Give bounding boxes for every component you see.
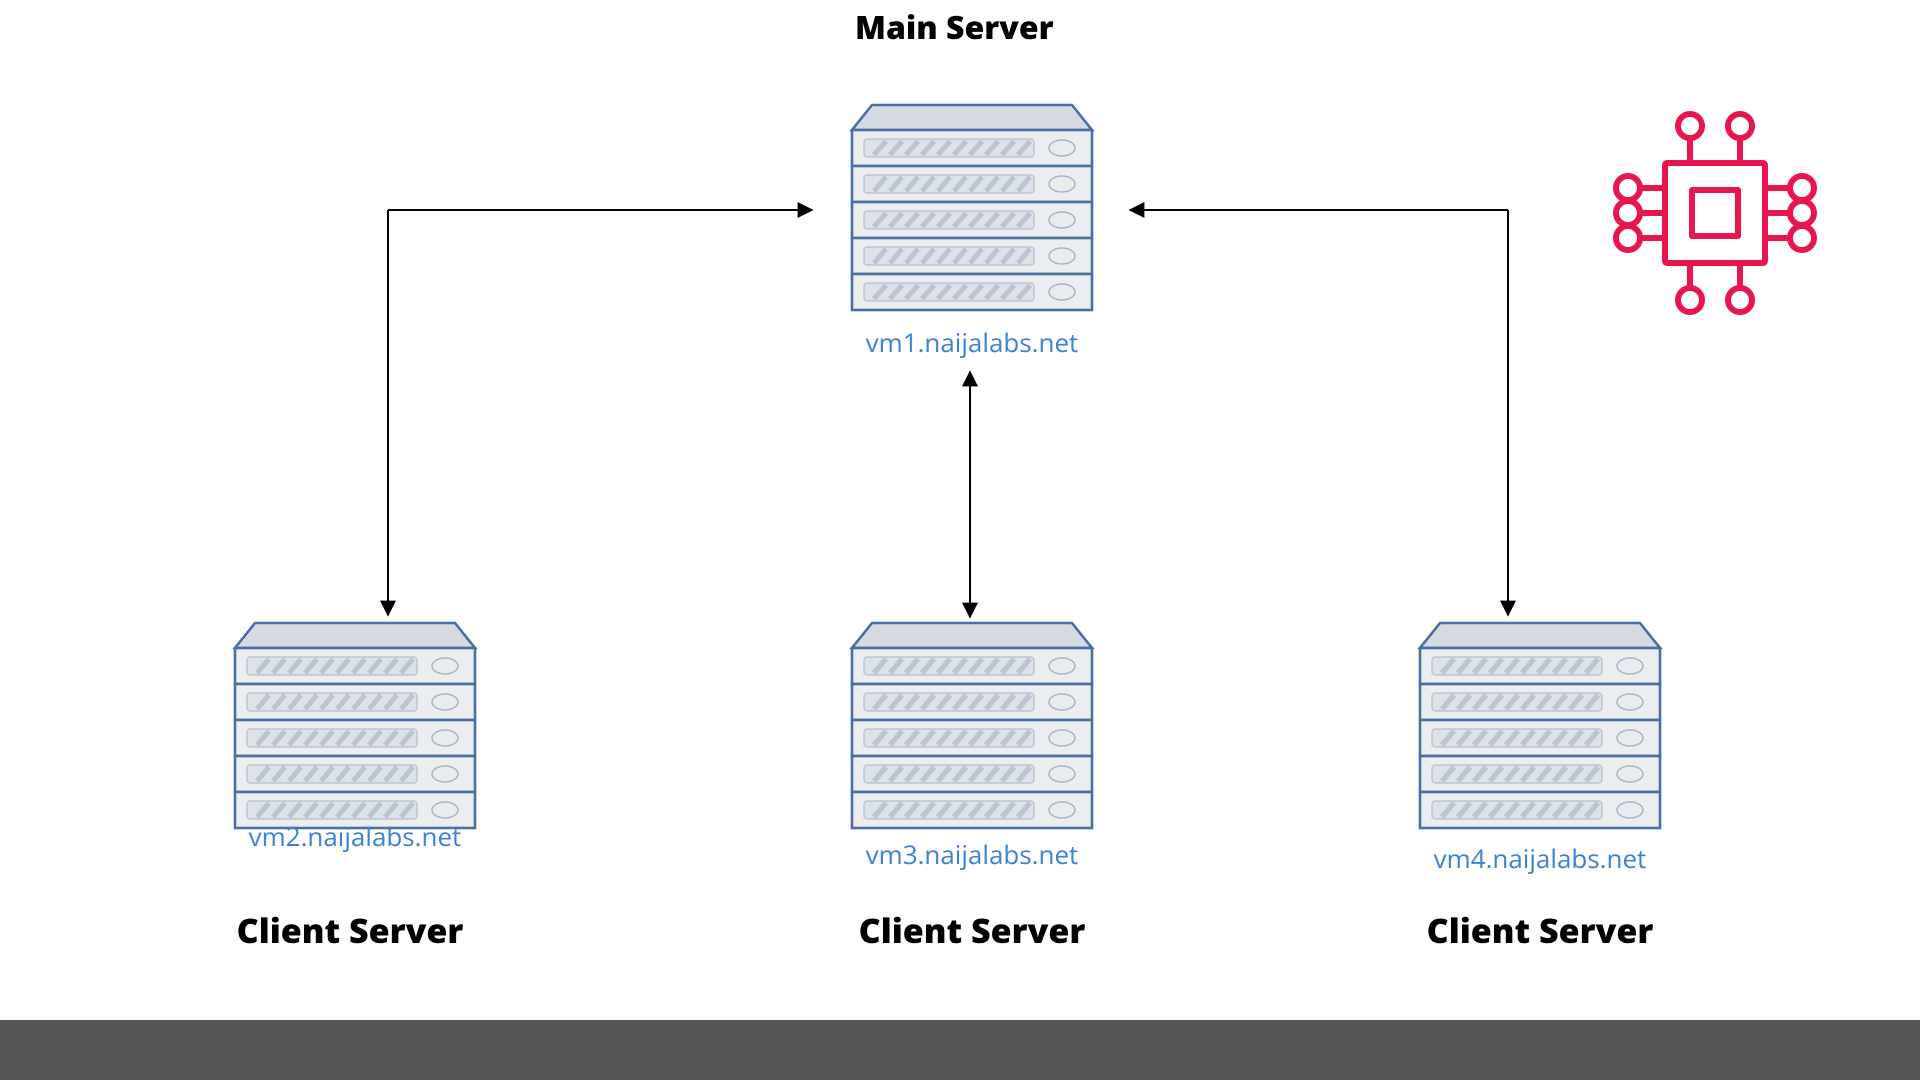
client-server-left-icon xyxy=(215,618,495,833)
client-left-hostname: vm2.naijalabs.net xyxy=(205,818,505,854)
client-middle-hostname: vm3.naijalabs.net xyxy=(822,836,1122,872)
client-left-role: Client Server xyxy=(200,907,500,953)
edge-main-to-left xyxy=(388,210,812,615)
footer-bar xyxy=(0,1020,1920,1080)
edge-main-to-right xyxy=(1130,210,1508,615)
client-server-middle-icon xyxy=(832,618,1112,833)
cpu-chip-icon xyxy=(1610,108,1820,318)
client-middle-role: Client Server xyxy=(822,907,1122,953)
client-right-role: Client Server xyxy=(1390,907,1690,953)
client-server-right-icon xyxy=(1400,618,1680,833)
diagram-canvas: Main Server xyxy=(0,0,1920,1080)
client-right-hostname: vm4.naijalabs.net xyxy=(1390,840,1690,876)
main-server-hostname: vm1.naijalabs.net xyxy=(822,324,1122,360)
main-server-icon xyxy=(832,100,1112,315)
